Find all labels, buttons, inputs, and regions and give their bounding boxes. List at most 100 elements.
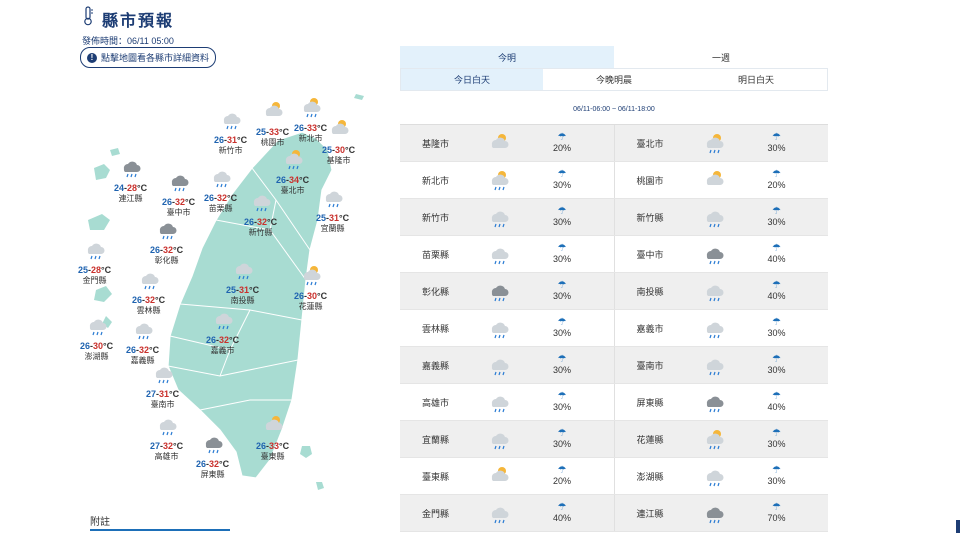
map-city[interactable]: 26-30°C 花蓮縣	[294, 264, 327, 312]
city-name[interactable]: 新竹縣	[615, 199, 701, 235]
umbrella-icon: ☂	[772, 132, 781, 143]
forecast-cell[interactable]: 南投縣 ☂ 40%	[613, 273, 829, 309]
rain-percent: 30%	[552, 217, 571, 227]
temp-low: 26	[206, 335, 217, 345]
map-city[interactable]: 26-32°C 苗栗縣	[204, 166, 237, 214]
map-city[interactable]: 26-32°C 嘉義縣	[126, 318, 159, 366]
scrollbar[interactable]	[956, 520, 960, 533]
temp-unit: °C	[103, 341, 114, 351]
forecast-cell[interactable]: 連江縣 ☂ 70%	[613, 495, 829, 531]
city-name[interactable]: 雲林縣	[400, 310, 486, 346]
tab-week[interactable]: 一週	[614, 46, 828, 68]
temp-high: 33	[307, 123, 318, 133]
tab-today-tomorrow[interactable]: 今明	[400, 46, 614, 68]
map-city[interactable]: 26-30°C 澎湖縣	[80, 314, 113, 362]
map-city[interactable]: 26-32°C 臺中市	[162, 170, 195, 218]
forecast-cell[interactable]: 新北市 ☂ 30%	[400, 162, 614, 198]
city-name[interactable]: 連江縣	[615, 495, 701, 531]
tab-tonight[interactable]: 今晚明晨	[543, 69, 685, 90]
city-name[interactable]: 臺南市	[615, 347, 701, 383]
forecast-cell[interactable]: 桃園市 ☂ 20%	[613, 162, 829, 198]
map-city-temp: 26-33°C	[294, 123, 328, 133]
city-name[interactable]: 嘉義市	[615, 310, 701, 346]
temp-low: 26	[204, 193, 215, 203]
forecast-cell[interactable]: 雲林縣 ☂ 30%	[400, 310, 614, 346]
umbrella-icon: ☂	[772, 428, 781, 439]
city-name[interactable]: 高雄市	[400, 384, 486, 420]
city-name[interactable]: 宜蘭縣	[400, 421, 486, 457]
map-city[interactable]: 26-34°C 臺北市	[276, 148, 309, 196]
umbrella-icon: ☂	[557, 169, 567, 180]
forecast-cell[interactable]: 臺中市 ☂ 40%	[613, 236, 829, 272]
map-city-name: 南投縣	[230, 296, 255, 305]
temp-low: 26	[244, 217, 255, 227]
city-name[interactable]: 臺北市	[615, 125, 701, 161]
map-city[interactable]: 25-31°C 南投縣	[226, 258, 259, 306]
forecast-cell[interactable]: 臺南市 ☂ 30%	[613, 347, 829, 383]
forecast-cell[interactable]: 彰化縣 ☂ 30%	[400, 273, 614, 309]
city-name[interactable]: 南投縣	[615, 273, 701, 309]
page-title: 縣市預報	[102, 12, 175, 30]
map-city[interactable]: 25-31°C 宜蘭縣	[316, 186, 349, 234]
city-name[interactable]: 新竹市	[400, 199, 486, 235]
map-city-temp: 24-28°C	[114, 183, 148, 193]
city-name[interactable]: 嘉義縣	[400, 347, 486, 383]
dark-cloud-rain-icon	[701, 236, 727, 272]
city-name[interactable]: 臺東縣	[400, 458, 486, 494]
forecast-cell[interactable]: 苗栗縣 ☂ 30%	[400, 236, 614, 272]
forecast-row: 苗栗縣 ☂ 30% 臺中市 ☂ 40%	[400, 236, 828, 273]
umbrella-icon: ☂	[772, 465, 781, 476]
map-city[interactable]: 26-32°C 嘉義市	[206, 308, 239, 356]
map-city[interactable]: 25-33°C 桃園市	[256, 100, 289, 148]
forecast-cell[interactable]: 高雄市 ☂ 30%	[400, 384, 614, 420]
city-name[interactable]: 桃園市	[615, 162, 701, 198]
forecast-row: 金門縣 ☂ 40% 連江縣 ☂ 70%	[400, 495, 828, 532]
temp-low: 26	[276, 175, 287, 185]
tab-today-day[interactable]: 今日白天	[401, 69, 543, 90]
city-name[interactable]: 屏東縣	[615, 384, 701, 420]
forecast-cell[interactable]: 新竹縣 ☂ 30%	[613, 199, 829, 235]
forecast-cell[interactable]: 花蓮縣 ☂ 30%	[613, 421, 829, 457]
city-name[interactable]: 基隆市	[400, 125, 486, 161]
umbrella-icon: ☂	[557, 206, 567, 217]
map-city-temp: 26-32°C	[196, 459, 230, 469]
city-name[interactable]: 金門縣	[400, 495, 486, 531]
tab-tomorrow-day[interactable]: 明日白天	[685, 69, 827, 90]
footnote-underline	[90, 529, 230, 531]
temp-high: 32	[209, 459, 220, 469]
forecast-cell[interactable]: 臺北市 ☂ 30%	[613, 125, 829, 161]
forecast-cell[interactable]: 基隆市 ☂ 20%	[400, 125, 614, 161]
rain-percent: 70%	[767, 513, 786, 523]
map-city[interactable]: 26-32°C 屏東縣	[196, 432, 229, 480]
city-name[interactable]: 彰化縣	[400, 273, 486, 309]
page-header: 縣市預報	[82, 6, 174, 31]
city-name[interactable]: 花蓮縣	[615, 421, 701, 457]
map-city[interactable]: 24-28°C 連江縣	[114, 156, 147, 204]
map-city[interactable]: 26-33°C 新北市	[294, 96, 327, 144]
map-city[interactable]: 26-31°C 新竹市	[214, 108, 247, 156]
partly-cloudy-rain-icon	[294, 96, 327, 123]
city-name[interactable]: 臺中市	[615, 236, 701, 272]
map-city[interactable]: 27-31°C 臺南市	[146, 362, 179, 410]
rain-probability: ☂ 30%	[727, 421, 827, 457]
forecast-cell[interactable]: 金門縣 ☂ 40%	[400, 495, 614, 531]
forecast-cell[interactable]: 新竹市 ☂ 30%	[400, 199, 614, 235]
city-name[interactable]: 苗栗縣	[400, 236, 486, 272]
forecast-cell[interactable]: 屏東縣 ☂ 40%	[613, 384, 829, 420]
forecast-cell[interactable]: 嘉義市 ☂ 30%	[613, 310, 829, 346]
map-city-name: 臺中市	[166, 208, 191, 217]
city-name[interactable]: 新北市	[400, 162, 486, 198]
cloudy-rain-icon	[701, 347, 727, 383]
map-city[interactable]: 27-32°C 高雄市	[150, 414, 183, 462]
map-city[interactable]: 26-32°C 雲林縣	[132, 268, 165, 316]
map-city[interactable]: 26-32°C 新竹縣	[244, 190, 277, 238]
rain-percent: 40%	[767, 291, 786, 301]
forecast-cell[interactable]: 嘉義縣 ☂ 30%	[400, 347, 614, 383]
forecast-cell[interactable]: 宜蘭縣 ☂ 30%	[400, 421, 614, 457]
forecast-cell[interactable]: 澎湖縣 ☂ 30%	[613, 458, 829, 494]
city-name[interactable]: 澎湖縣	[615, 458, 701, 494]
map-city[interactable]: 25-28°C 金門縣	[78, 238, 111, 286]
map-city[interactable]: 26-33°C 臺東縣	[256, 414, 289, 462]
map-city[interactable]: 26-32°C 彰化縣	[150, 218, 183, 266]
forecast-cell[interactable]: 臺東縣 ☂ 20%	[400, 458, 614, 494]
